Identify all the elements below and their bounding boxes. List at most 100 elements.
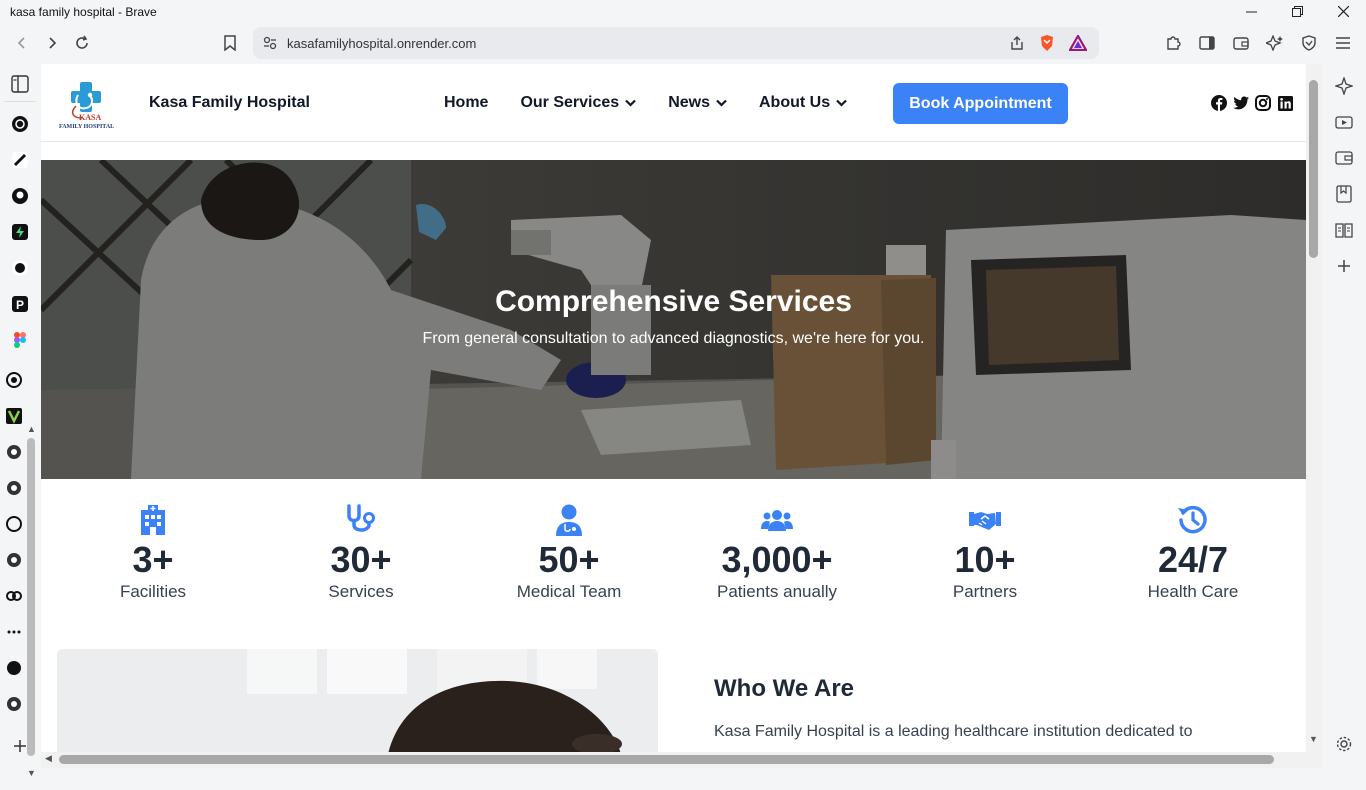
brave-shields-icon[interactable] <box>1039 34 1055 52</box>
puzzle-icon <box>1167 36 1181 50</box>
hero-overlay <box>41 160 1306 479</box>
site-brand-name[interactable]: Kasa Family Hospital <box>149 94 310 112</box>
twitter-icon[interactable] <box>1233 95 1249 111</box>
globe-icon <box>7 553 21 567</box>
nav-item-home[interactable]: Home <box>444 92 488 114</box>
horizontal-scroll-thumb[interactable] <box>59 755 1274 764</box>
vertical-scroll-thumb[interactable] <box>1309 80 1318 258</box>
scroll-up-icon[interactable]: ▲ <box>27 424 36 434</box>
linkedin-icon[interactable] <box>1277 95 1293 111</box>
dots-icon <box>7 630 21 634</box>
sidebar-item-app-6[interactable]: P <box>8 292 32 316</box>
window-title: kasa family hospital - Brave <box>10 4 157 19</box>
close-window-button[interactable] <box>1320 0 1366 23</box>
back-button[interactable] <box>7 28 37 58</box>
window-titlebar: kasa family hospital - Brave <box>0 0 1366 23</box>
app-icon <box>12 152 28 168</box>
chevron-down-icon[interactable] <box>716 94 727 112</box>
chevron-down-icon[interactable] <box>836 94 847 112</box>
site-settings-icon[interactable] <box>263 36 277 50</box>
forward-button[interactable] <box>37 28 67 58</box>
sidebar-settings-button[interactable] <box>1334 734 1354 754</box>
sidebar-item-chatgpt[interactable] <box>8 112 32 136</box>
bookmarks-panel-button[interactable] <box>1334 184 1354 204</box>
sidebar-toggle-button[interactable] <box>1192 28 1222 58</box>
bookmarks-icon <box>1336 185 1352 203</box>
sparkle-icon <box>1266 35 1283 51</box>
stat-health-care: 24/7 Health Care <box>1089 503 1297 602</box>
github-icon <box>12 188 28 204</box>
add-sidebar-item-button[interactable] <box>8 734 32 758</box>
toolbar-actions <box>1158 28 1358 58</box>
sidebar-item-app-2[interactable] <box>8 148 32 172</box>
sidebar-item-github-2[interactable] <box>2 512 26 536</box>
menu-button[interactable] <box>1328 28 1358 58</box>
extensions-button[interactable] <box>1158 28 1188 58</box>
page-vertical-scrollbar[interactable]: ▼ <box>1306 64 1322 752</box>
nav-label-our-services[interactable]: Our Services <box>520 94 619 112</box>
sidebar-item-figma[interactable] <box>8 328 32 352</box>
nav-label-home[interactable]: Home <box>444 94 488 112</box>
bookmark-button[interactable] <box>215 28 245 58</box>
wallet-panel-button[interactable] <box>1334 148 1354 168</box>
wallet-icon <box>1335 151 1353 165</box>
nav-item-about-us[interactable]: About Us <box>759 92 847 114</box>
scroll-left-arrow-icon[interactable]: ◀ <box>45 753 52 764</box>
sidebar-item-globe-1[interactable] <box>2 440 26 464</box>
sidebar-item-app-9[interactable] <box>2 404 26 428</box>
sidebar-item-app-15[interactable] <box>2 620 26 644</box>
nav-item-news[interactable]: News <box>668 92 727 114</box>
sidebar-item-globe-3[interactable] <box>2 548 26 572</box>
stat-label: Partners <box>952 582 1018 601</box>
plus-icon <box>1338 260 1350 272</box>
sidebar-item-globe-2[interactable] <box>2 476 26 500</box>
add-panel-button[interactable] <box>1334 256 1354 276</box>
stats-section: 3+ Facilities 30+ Services 50+ Medical T… <box>41 479 1306 629</box>
sidebar-item-app-4[interactable] <box>8 220 32 244</box>
page-horizontal-scrollbar[interactable]: ◀ <box>41 752 1322 768</box>
record-icon <box>6 372 22 388</box>
link-icon <box>6 591 22 601</box>
minimize-button[interactable] <box>1228 0 1274 23</box>
chevron-down-icon[interactable] <box>625 94 636 112</box>
circle-icon <box>7 661 21 675</box>
sidebar-scroll-thumb[interactable] <box>27 438 35 756</box>
scroll-down-arrow-icon[interactable]: ▼ <box>1309 734 1318 744</box>
about-image <box>57 649 658 752</box>
sidebar-item-app-14[interactable] <box>2 584 26 608</box>
facebook-icon[interactable] <box>1211 95 1227 111</box>
scroll-down-icon[interactable]: ▼ <box>27 768 36 778</box>
restore-button[interactable] <box>1274 0 1320 23</box>
leo-ai-button[interactable] <box>1260 28 1290 58</box>
share-icon[interactable] <box>1009 35 1025 51</box>
wallet-button[interactable] <box>1226 28 1256 58</box>
about-title: Who We Are <box>714 675 855 702</box>
reading-list-button[interactable] <box>1334 220 1354 240</box>
url-text[interactable]: kasafamilyhospital.onrender.com <box>287 36 1009 51</box>
favorites-button[interactable] <box>1334 76 1354 96</box>
nav-label-news[interactable]: News <box>668 94 710 112</box>
brave-rewards-icon[interactable] <box>1069 35 1087 51</box>
book-appointment-button[interactable]: Book Appointment <box>893 83 1068 124</box>
sidebar-item-github[interactable] <box>8 184 32 208</box>
social-links <box>1211 95 1293 111</box>
vpn-button[interactable] <box>1294 28 1324 58</box>
instagram-icon[interactable] <box>1255 95 1271 111</box>
globe-icon <box>7 481 21 495</box>
sidebar-panel-button[interactable] <box>8 72 32 96</box>
site-logo[interactable]: KASA FAMILY HOSPITAL <box>56 78 126 132</box>
sidebar-item-globe-4[interactable] <box>2 692 26 716</box>
stat-value: 50+ <box>538 539 600 580</box>
logo-hospital-text: FAMILY HOSPITAL <box>59 124 114 130</box>
sidebar-item-app-16[interactable] <box>2 656 26 680</box>
address-bar[interactable]: kasafamilyhospital.onrender.com <box>253 27 1099 59</box>
nav-label-about-us[interactable]: About Us <box>759 94 830 112</box>
stat-facilities: 3+ Facilities <box>49 503 257 602</box>
media-button[interactable] <box>1334 112 1354 132</box>
reload-button[interactable] <box>67 28 97 58</box>
stat-value: 3,000+ <box>721 539 833 580</box>
sidebar-item-app-5[interactable] <box>8 256 32 280</box>
site-header: KASA FAMILY HOSPITAL Kasa Family Hospita… <box>41 64 1306 142</box>
sidebar-item-app-8[interactable] <box>2 368 26 392</box>
nav-item-our-services[interactable]: Our Services <box>520 92 636 114</box>
